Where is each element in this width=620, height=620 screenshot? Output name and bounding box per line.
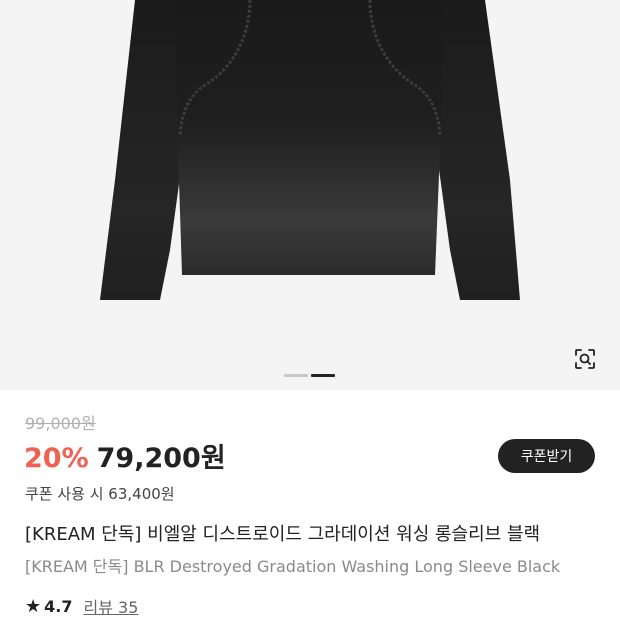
price-row: 20% 79,200원 <box>24 436 226 475</box>
product-image <box>100 0 520 300</box>
product-title-english: [KREAM 단독] BLR Destroyed Gradation Washi… <box>25 557 561 576</box>
original-price: 99,000원 <box>25 414 96 433</box>
coupon-price-text: 쿠폰 사용 시 63,400원 <box>25 485 175 503</box>
carousel-dot-active[interactable] <box>311 374 335 377</box>
product-title-korean: [KREAM 단독] 비엘알 디스트로이드 그라데이션 워싱 롱슬리브 블랙 <box>25 524 541 545</box>
sale-price: 79,200원 <box>96 443 226 474</box>
image-search-button[interactable] <box>568 342 602 376</box>
image-search-icon <box>575 349 595 369</box>
rating-value: 4.7 <box>44 596 73 616</box>
discount-rate: 20% <box>24 443 89 474</box>
carousel-dot[interactable] <box>284 374 308 377</box>
carousel-indicator <box>284 374 335 377</box>
get-coupon-button[interactable]: 쿠폰받기 <box>498 439 595 473</box>
rating-row: ★ 4.7 리뷰 35 <box>25 594 138 618</box>
star-icon: ★ <box>25 595 42 617</box>
review-link[interactable]: 리뷰 35 <box>83 594 138 618</box>
product-info: 99,000원 20% 79,200원 쿠폰받기 쿠폰 사용 시 63,400원… <box>0 390 620 620</box>
product-image-carousel[interactable] <box>0 0 620 390</box>
